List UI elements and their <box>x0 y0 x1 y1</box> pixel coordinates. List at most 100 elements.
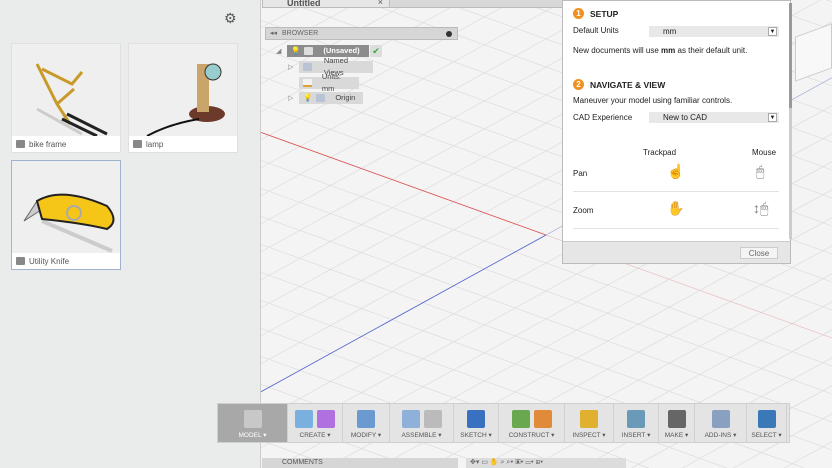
toolbar-modify-button[interactable]: MODIFY ▾ <box>343 404 390 442</box>
y-axis-line <box>261 234 547 393</box>
toolbar-icons <box>627 410 645 428</box>
toolbar-label: MODEL ▾ <box>238 432 267 439</box>
browser-item-origin[interactable]: 💡 Origin <box>299 92 363 104</box>
toolbar-label: ADD-INS ▾ <box>704 432 737 439</box>
select-value: mm <box>663 27 677 36</box>
create-icon <box>317 410 335 428</box>
default-units-select[interactable]: mm ▼ <box>649 26 779 37</box>
thumbnail <box>129 44 237 136</box>
tab-title: Untitled <box>287 0 321 8</box>
step-number: 1 <box>573 8 584 19</box>
gear-icon[interactable]: ⚙ <box>224 10 237 27</box>
note-text: as their default unit. <box>675 46 748 55</box>
toolbar-label: INSERT ▾ <box>621 432 651 439</box>
toolbar-select-button[interactable]: SELECT ▾ <box>747 404 787 442</box>
toolbar-icons <box>711 410 730 428</box>
design-card-lamp[interactable]: lamp <box>128 43 238 153</box>
item-label: Origin <box>335 93 356 102</box>
component-icon <box>304 47 314 55</box>
folder-icon <box>303 63 312 71</box>
note-unit: mm <box>661 46 676 55</box>
mouse-pan-icon: 🖱 <box>756 163 765 179</box>
grid-line <box>580 329 832 468</box>
section-title: NAVIGATE & VIEW <box>590 79 666 90</box>
toolbar-label: CREATE ▾ <box>299 432 331 439</box>
toolbar-inspect-button[interactable]: INSPECT ▾ <box>565 404 614 442</box>
toolbar-add-ins-button[interactable]: ADD-INS ▾ <box>695 404 747 442</box>
preferences-dialog: 1 SETUP Default Units mm ▼ New documents w… <box>562 0 792 264</box>
grid-line <box>529 301 832 468</box>
default-units-label: Default Units <box>573 26 619 35</box>
navigate-heading: 2 NAVIGATE & VIEW <box>573 79 665 90</box>
design-name: Utility Knife <box>29 256 70 266</box>
toolbar-icons <box>295 410 335 428</box>
divider <box>573 228 779 229</box>
cad-experience-select[interactable]: New to CAD ▼ <box>649 112 779 123</box>
toolbar-icons <box>243 410 262 428</box>
dropdown-arrow-icon: ▼ <box>768 113 777 122</box>
setup-heading: 1 SETUP <box>573 8 618 19</box>
comments-label: COMMENTS <box>282 459 323 466</box>
x-axis-line <box>261 132 547 236</box>
toolbar-icons <box>580 410 598 428</box>
toolbar-assemble-button[interactable]: ASSEMBLE ▾ <box>390 404 454 442</box>
toolbar-make-button[interactable]: MAKE ▾ <box>659 404 695 442</box>
expand-icon[interactable]: ▷ <box>288 63 293 71</box>
toolbar-icons <box>401 410 442 428</box>
toolbar-model-button[interactable]: MODEL ▾ <box>218 404 288 442</box>
mouse-zoom-icon: ↕🖱 <box>753 200 769 216</box>
design-name: bike frame <box>29 139 67 149</box>
toolbar-icons <box>357 410 375 428</box>
browser-panel-header[interactable]: ◂◂ BROWSER <box>265 27 458 40</box>
design-card-bike-frame[interactable]: bike frame <box>11 43 121 153</box>
navigation-bar[interactable]: ✥▾ ▭ ✋ ⌕ ⌕▾ ▣▾ ▭▾ ⊞▾ <box>466 458 626 468</box>
design-icon <box>16 140 25 148</box>
assemble-icon <box>401 410 420 428</box>
pan-label: Pan <box>573 169 588 178</box>
comments-panel[interactable]: COMMENTS <box>262 458 458 468</box>
close-tab-icon[interactable]: × <box>378 0 383 7</box>
toolbar-insert-button[interactable]: INSERT ▾ <box>614 404 659 442</box>
design-card-utility-knife[interactable]: Utility Knife <box>11 160 121 270</box>
create-icon <box>295 410 313 428</box>
main-toolbar: MODEL ▾ CREATE ▾ MODIFY ▾ ASSEMBLE ▾ SKETCH … <box>217 403 790 443</box>
lightbulb-icon[interactable]: 💡 <box>303 92 312 104</box>
toolbar-label: ASSEMBLE ▾ <box>401 432 442 439</box>
construct-icon <box>511 410 530 428</box>
divider <box>573 191 779 192</box>
expand-icon[interactable]: ▷ <box>288 94 293 102</box>
toolbar-icons <box>757 410 776 428</box>
browser-item-units[interactable]: Units: mm <box>299 72 359 93</box>
make-icon <box>667 410 686 428</box>
step-number: 2 <box>573 79 584 90</box>
tab-untitled[interactable]: Untitled × <box>262 0 390 8</box>
collapse-icon[interactable]: ◂◂ <box>270 28 277 40</box>
browser-title: BROWSER <box>282 30 319 37</box>
expand-icon[interactable]: ◢ <box>276 47 281 55</box>
toolbar-construct-button[interactable]: CONSTRUCT ▾ <box>499 404 565 442</box>
orbit-pan-zoom-icons[interactable]: ✥▾ ▭ ✋ ⌕ ⌕▾ ▣▾ ▭▾ ⊞▾ <box>470 459 543 466</box>
trackpad-zoom-icon: ✋ <box>667 200 685 216</box>
construct-icon <box>533 410 552 428</box>
navigate-description: Maneuver your model using familiar contr… <box>573 96 733 105</box>
close-button[interactable]: Close <box>740 247 778 259</box>
lightbulb-icon[interactable]: 💡 <box>291 45 300 57</box>
dialog-footer: Close <box>563 241 790 263</box>
dialog-scrollbar[interactable] <box>789 3 792 239</box>
activate-check-icon[interactable]: ✔ <box>370 45 382 57</box>
toolbar-sketch-button[interactable]: SKETCH ▾ <box>454 404 499 442</box>
toolbar-label: CONSTRUCT ▾ <box>508 432 555 439</box>
thumbnail <box>12 161 120 253</box>
trackpad-column-header: Trackpad <box>643 148 677 157</box>
scrollbar-thumb[interactable] <box>789 3 792 108</box>
toolbar-icons <box>511 410 552 428</box>
toolbar-label: SKETCH ▾ <box>460 432 492 439</box>
document-icon <box>303 79 312 87</box>
toolbar-label: MAKE ▾ <box>664 432 689 439</box>
add-ins-icon <box>711 410 730 428</box>
toolbar-label: SELECT ▾ <box>751 432 782 439</box>
sketch-icon <box>467 410 485 428</box>
note-text: New documents will use <box>573 46 662 55</box>
panel-options-icon[interactable] <box>446 31 452 37</box>
toolbar-create-button[interactable]: CREATE ▾ <box>288 404 343 442</box>
